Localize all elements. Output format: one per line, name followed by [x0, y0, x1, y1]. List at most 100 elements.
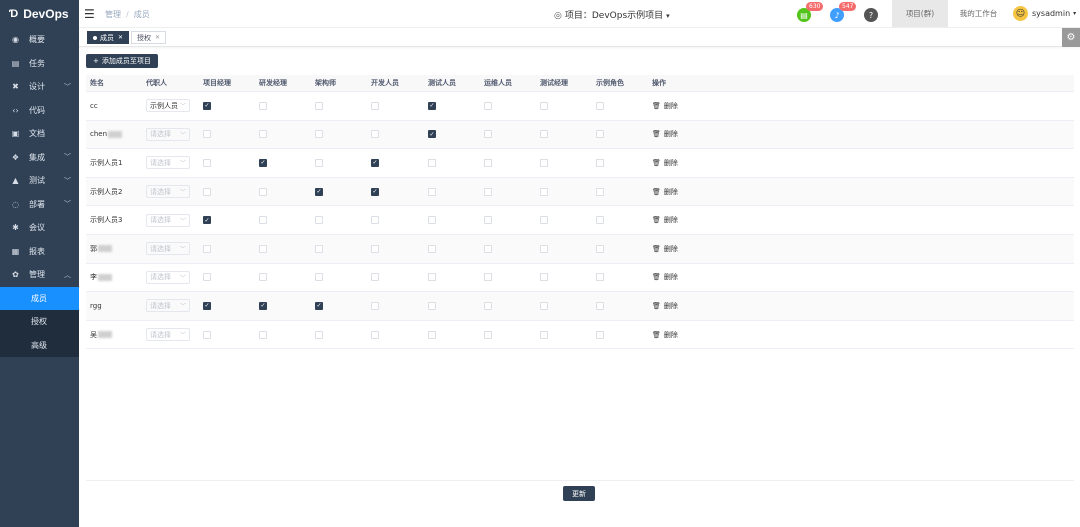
role-checkbox[interactable]: ✓: [259, 301, 267, 310]
role-checkbox[interactable]: [596, 273, 604, 282]
role-checkbox[interactable]: ✓: [428, 130, 436, 139]
role-checkbox[interactable]: [371, 130, 379, 139]
help-icon[interactable]: ?: [864, 8, 878, 22]
role-checkbox[interactable]: [259, 244, 267, 253]
role-checkbox[interactable]: [596, 216, 604, 225]
role-checkbox[interactable]: [259, 187, 267, 196]
role-checkbox[interactable]: ✓: [371, 158, 379, 167]
delete-button[interactable]: 🗑 删除: [652, 272, 678, 282]
role-checkbox[interactable]: [484, 244, 492, 253]
deputy-select[interactable]: 示例人员 ﹀: [146, 99, 190, 113]
role-checkbox[interactable]: [540, 216, 548, 225]
role-checkbox[interactable]: [484, 130, 492, 139]
role-checkbox[interactable]: ✓: [371, 187, 379, 196]
deputy-select[interactable]: 请选择 ﹀: [146, 185, 190, 199]
sidebar-item-4[interactable]: ▣ 文档: [0, 122, 79, 146]
role-checkbox[interactable]: [428, 330, 436, 339]
sidebar-subitem-2[interactable]: 高级: [0, 334, 79, 358]
role-checkbox[interactable]: [596, 330, 604, 339]
delete-button[interactable]: 🗑 删除: [652, 129, 678, 139]
role-checkbox[interactable]: ✓: [315, 187, 323, 196]
role-checkbox[interactable]: [540, 101, 548, 110]
sidebar-item-9[interactable]: ▦ 报表: [0, 240, 79, 264]
project-title[interactable]: ◎ 项目：DevOps示例项目 ▾: [554, 8, 670, 21]
role-checkbox[interactable]: [428, 244, 436, 253]
sidebar-item-10[interactable]: ✿ 管理 ︿: [0, 263, 79, 287]
bell-notification-icon[interactable]: ♪ 547: [830, 2, 857, 22]
my-workspace-button[interactable]: 我的工作台: [951, 0, 1006, 27]
role-checkbox[interactable]: [596, 301, 604, 310]
role-checkbox[interactable]: [315, 216, 323, 225]
role-checkbox[interactable]: [203, 330, 211, 339]
sidebar-item-8[interactable]: ✱ 会议: [0, 216, 79, 240]
sidebar-item-0[interactable]: ◉ 概要: [0, 28, 79, 52]
role-checkbox[interactable]: [428, 216, 436, 225]
update-button[interactable]: 更新: [563, 486, 595, 501]
role-checkbox[interactable]: [484, 301, 492, 310]
role-checkbox[interactable]: [315, 158, 323, 167]
add-member-button[interactable]: + 添加成员至项目: [86, 54, 158, 68]
role-checkbox[interactable]: [428, 301, 436, 310]
sidebar-item-1[interactable]: ▤ 任务: [0, 52, 79, 76]
role-checkbox[interactable]: [315, 330, 323, 339]
deputy-select[interactable]: 请选择 ﹀: [146, 156, 190, 170]
user-menu[interactable]: ☺ sysadmin ▾: [1013, 6, 1076, 21]
role-checkbox[interactable]: ✓: [428, 101, 436, 110]
sidebar-subitem-0[interactable]: 成员: [0, 286, 79, 310]
deputy-select[interactable]: 请选择 ﹀: [146, 328, 190, 342]
role-checkbox[interactable]: [259, 330, 267, 339]
sidebar-item-5[interactable]: ❖ 集成 ﹀: [0, 146, 79, 170]
role-checkbox[interactable]: [540, 158, 548, 167]
role-checkbox[interactable]: [203, 187, 211, 196]
role-checkbox[interactable]: [540, 130, 548, 139]
close-icon[interactable]: ✕: [118, 34, 123, 41]
role-checkbox[interactable]: [203, 158, 211, 167]
role-checkbox[interactable]: [203, 244, 211, 253]
role-checkbox[interactable]: [315, 244, 323, 253]
deputy-select[interactable]: 请选择 ﹀: [146, 299, 190, 313]
role-checkbox[interactable]: [484, 216, 492, 225]
role-checkbox[interactable]: [371, 101, 379, 110]
close-icon[interactable]: ✕: [155, 34, 160, 41]
delete-button[interactable]: 🗑 删除: [652, 330, 678, 340]
role-checkbox[interactable]: [428, 158, 436, 167]
role-checkbox[interactable]: [540, 244, 548, 253]
delete-button[interactable]: 🗑 删除: [652, 187, 678, 197]
role-checkbox[interactable]: [484, 273, 492, 282]
gear-icon[interactable]: ⚙: [1062, 28, 1080, 47]
app-logo[interactable]: Ɗ DevOps: [0, 0, 79, 28]
role-checkbox[interactable]: [540, 330, 548, 339]
role-checkbox[interactable]: [259, 273, 267, 282]
deputy-select[interactable]: 请选择 ﹀: [146, 127, 190, 141]
delete-button[interactable]: 🗑 删除: [652, 158, 678, 168]
role-checkbox[interactable]: [315, 101, 323, 110]
role-checkbox[interactable]: [371, 244, 379, 253]
sidebar-item-6[interactable]: ▲ 测试 ﹀: [0, 169, 79, 193]
role-checkbox[interactable]: ✓: [203, 216, 211, 225]
role-checkbox[interactable]: [428, 187, 436, 196]
sidebar-item-7[interactable]: ◌ 部署 ﹀: [0, 193, 79, 217]
deputy-select[interactable]: 请选择 ﹀: [146, 270, 190, 284]
role-checkbox[interactable]: [315, 130, 323, 139]
role-checkbox[interactable]: [540, 273, 548, 282]
role-checkbox[interactable]: [596, 130, 604, 139]
role-checkbox[interactable]: [259, 216, 267, 225]
role-checkbox[interactable]: [484, 158, 492, 167]
role-checkbox[interactable]: [371, 273, 379, 282]
role-checkbox[interactable]: [371, 330, 379, 339]
role-checkbox[interactable]: [540, 187, 548, 196]
delete-button[interactable]: 🗑 删除: [652, 244, 678, 254]
role-checkbox[interactable]: [203, 273, 211, 282]
role-checkbox[interactable]: [484, 330, 492, 339]
role-checkbox[interactable]: [203, 130, 211, 139]
sidebar-item-2[interactable]: ✖ 设计 ﹀: [0, 75, 79, 99]
role-checkbox[interactable]: ✓: [259, 158, 267, 167]
deputy-select[interactable]: 请选择 ﹀: [146, 213, 190, 227]
role-checkbox[interactable]: [371, 301, 379, 310]
delete-button[interactable]: 🗑 删除: [652, 215, 678, 225]
todo-notification-icon[interactable]: ▤ 630: [797, 2, 824, 22]
role-checkbox[interactable]: [484, 187, 492, 196]
delete-button[interactable]: 🗑 删除: [652, 101, 678, 111]
deputy-select[interactable]: 请选择 ﹀: [146, 242, 190, 256]
role-checkbox[interactable]: ✓: [203, 101, 211, 110]
